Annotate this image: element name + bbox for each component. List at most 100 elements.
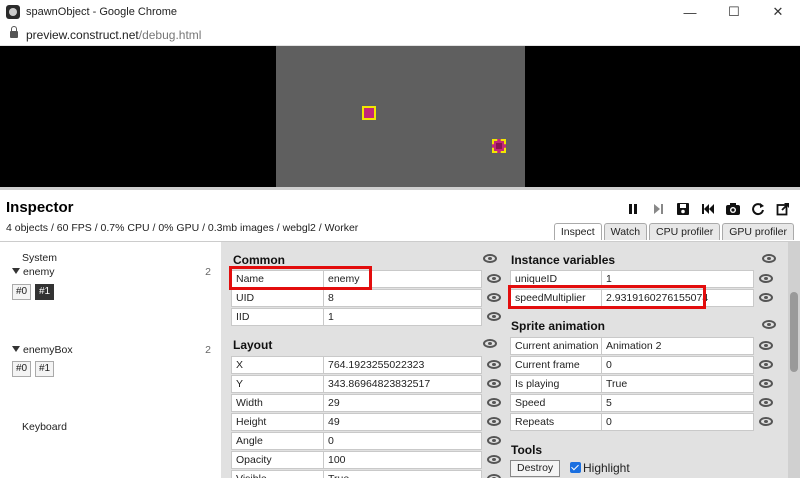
property-value[interactable]: 49 [324,412,482,431]
property-value[interactable]: 0 [602,355,754,374]
eye-icon[interactable] [762,320,776,329]
eye-icon[interactable] [487,379,501,388]
eye-icon[interactable] [483,339,497,348]
eye-icon[interactable] [487,360,501,369]
eye-icon[interactable] [487,474,501,478]
expand-triangle-icon[interactable] [12,268,20,274]
annotation-box-speed-multiplier [508,285,706,309]
tab-watch[interactable]: Watch [603,223,648,240]
eye-icon[interactable] [759,398,773,407]
property-row: Y 343.86964823832517 [231,374,506,393]
property-row: UID 8 [231,288,506,307]
maximize-button[interactable]: ☐ [712,0,756,24]
property-row: X 764.1923255022323 [231,355,506,374]
highlight-checkbox[interactable] [570,462,581,473]
screenshot-icon[interactable] [724,200,742,218]
inspector-panel: Inspector 4 objects / 60 FPS / 0.7% CPU … [0,187,800,478]
properties-panel: Common Name enemy UID 8 IID 1 Layout X 7… [221,241,800,478]
property-value[interactable]: Animation 2 [602,336,754,355]
property-row: Current frame 0 [510,355,778,374]
close-button[interactable]: ✕ [756,0,800,24]
section-title-sprite-animation: Sprite animation [511,319,606,333]
layout-area [276,46,525,187]
section-title-tools: Tools [511,443,543,457]
tab-gpu-profiler[interactable]: GPU profiler [722,223,794,240]
property-value[interactable]: True [324,469,482,478]
property-value[interactable]: 343.86964823832517 [324,374,482,393]
instance-button-selected[interactable]: #1 [35,284,55,300]
property-row: Visible True [231,469,506,478]
eye-icon[interactable] [759,360,773,369]
eye-icon[interactable] [762,254,776,263]
property-row: Opacity 100 [231,450,506,469]
highlight-label: Highlight [583,461,630,475]
pause-icon[interactable] [624,200,642,218]
step-icon[interactable] [649,200,667,218]
property-row: Current animation Animation 2 [510,336,778,355]
section-title-common: Common [233,253,285,267]
window-title: spawnObject - Google Chrome [26,6,178,18]
object-count: 2 [205,266,211,278]
section-title-layout: Layout [233,338,273,352]
expand-triangle-icon[interactable] [12,346,20,352]
scrollbar-thumb[interactable] [790,292,798,372]
property-row: Height 49 [231,412,506,431]
restart-icon[interactable] [699,200,717,218]
property-value[interactable]: 8 [324,288,482,307]
eye-icon[interactable] [487,455,501,464]
instance-button[interactable]: #0 [12,361,32,377]
eye-icon[interactable] [759,293,773,302]
enemy-sprite[interactable] [362,106,376,120]
enemy-sprite-selected[interactable] [492,139,506,153]
inspector-tabs: Inspect Watch CPU profiler GPU profiler [553,223,794,240]
property-value[interactable]: 29 [324,393,482,412]
object-enemybox[interactable]: enemyBox [12,344,73,356]
lock-icon [10,26,18,39]
property-value[interactable]: 0 [602,412,754,431]
properties-scrollbar[interactable] [788,242,800,478]
eye-icon[interactable] [483,254,497,263]
property-value[interactable]: 0 [324,431,482,450]
property-value[interactable]: True [602,374,754,393]
eye-icon[interactable] [759,417,773,426]
tab-cpu-profiler[interactable]: CPU profiler [649,223,721,240]
reload-icon[interactable] [749,200,767,218]
destroy-button[interactable]: Destroy [510,460,561,477]
eye-icon[interactable] [759,379,773,388]
url-text[interactable]: preview.construct.net/debug.html [26,28,201,42]
eye-icon[interactable] [759,341,773,350]
instance-button[interactable]: #1 [35,361,55,377]
chrome-icon [6,5,20,19]
save-icon[interactable] [674,200,692,218]
inspector-toolbar [624,200,792,218]
eye-icon[interactable] [487,274,501,283]
eye-icon[interactable] [759,274,773,283]
object-count: 2 [205,344,211,356]
property-row: Repeats 0 [510,412,778,431]
property-row: Width 29 [231,393,506,412]
property-value[interactable]: 764.1923255022323 [324,355,482,374]
address-bar[interactable]: preview.construct.net/debug.html [0,24,800,46]
property-value[interactable]: 100 [324,450,482,469]
window-titlebar: spawnObject - Google Chrome — ☐ ✕ [0,0,800,24]
eye-icon[interactable] [487,312,501,321]
tab-inspect[interactable]: Inspect [553,223,602,240]
instance-button[interactable]: #0 [12,284,32,300]
object-keyboard[interactable]: Keyboard [22,421,67,433]
eye-icon[interactable] [487,436,501,445]
object-list: System enemy 2 #0 #1 enemyBox 2 #0 #1 Ke… [0,241,221,478]
property-row: Speed 5 [510,393,778,412]
minimize-button[interactable]: — [668,0,712,24]
popout-icon[interactable] [774,200,792,218]
section-title-instance-variables: Instance variables [511,253,616,267]
property-value[interactable]: 1 [324,307,482,326]
object-system[interactable]: System [22,252,57,264]
property-row: Is playing True [510,374,778,393]
game-viewport[interactable] [0,46,800,187]
eye-icon[interactable] [487,417,501,426]
eye-icon[interactable] [487,398,501,407]
property-value[interactable]: 5 [602,393,754,412]
property-row: IID 1 [231,307,506,326]
object-enemy[interactable]: enemy [12,266,55,278]
eye-icon[interactable] [487,293,501,302]
